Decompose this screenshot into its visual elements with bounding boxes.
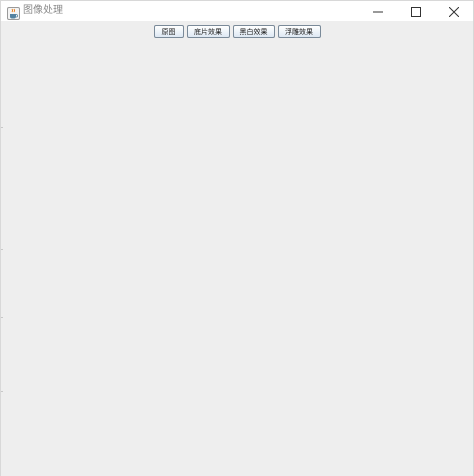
close-button[interactable] xyxy=(435,1,473,21)
maximize-icon xyxy=(411,2,421,21)
button-toolbar: 原图 底片效果 黑白效果 浮雕效果 xyxy=(1,25,473,38)
emboss-effect-button[interactable]: 浮雕效果 xyxy=(277,25,321,38)
edge-mark xyxy=(1,317,3,318)
close-icon xyxy=(448,2,460,21)
edge-mark xyxy=(1,127,3,128)
app-window: 图像处理 原图 底片效果 黑白效果 浮雕效果 xyxy=(0,0,474,476)
content-panel: 原图 底片效果 黑白效果 浮雕效果 xyxy=(1,21,473,476)
window-controls xyxy=(359,1,473,21)
minimize-icon xyxy=(373,2,383,21)
negative-effect-button[interactable]: 底片效果 xyxy=(186,25,230,38)
window-title: 图像处理 xyxy=(23,5,63,16)
edge-mark xyxy=(1,249,3,250)
edge-mark xyxy=(1,391,3,392)
title-bar[interactable]: 图像处理 xyxy=(1,1,473,21)
original-image-button[interactable]: 原图 xyxy=(153,25,184,38)
black-white-effect-button[interactable]: 黑白效果 xyxy=(232,25,275,38)
java-coffee-icon xyxy=(7,5,20,20)
maximize-button[interactable] xyxy=(397,1,435,21)
minimize-button[interactable] xyxy=(359,1,397,21)
